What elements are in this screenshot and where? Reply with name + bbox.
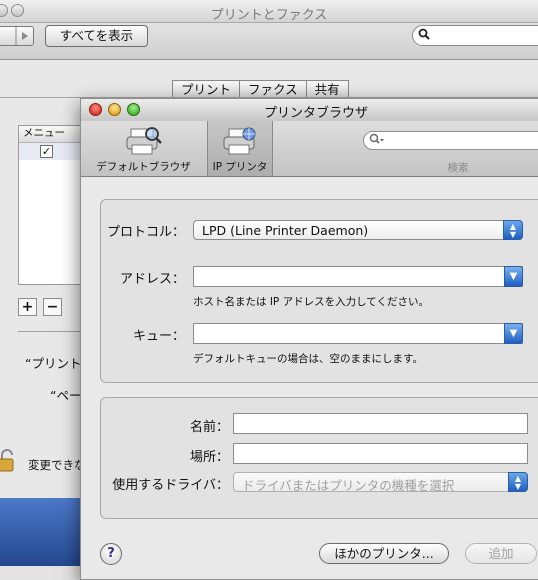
printer-browser-toolbar: デフォルトブラウザ IP プリンタ 検索 [81, 121, 538, 177]
printer-list[interactable]: メニュー ✓ [18, 125, 88, 285]
printer-browser-titlebar: プリンタブラウザ [81, 99, 538, 121]
address-label: アドレス： [119, 272, 185, 287]
back-forward-buttons[interactable] [0, 26, 34, 46]
forward-arrow-icon [15, 27, 28, 45]
tab-fax[interactable]: ファクス [239, 80, 306, 98]
desktop-background [0, 498, 90, 566]
address-hint: ホスト名または IP アドレスを入力してください。 [193, 296, 429, 308]
name-label: 名前： [189, 420, 229, 435]
tab-sharing[interactable]: 共有 [305, 80, 349, 98]
default-printer-label: “プリント [25, 356, 82, 371]
chevron-down-icon[interactable]: ▼ [504, 323, 523, 344]
queue-combo[interactable]: ▼ [193, 323, 523, 344]
queue-hint: デフォルトキューの場合は、空のままにします。 [193, 353, 423, 365]
search-icon [369, 133, 385, 150]
connection-group: プロトコル： LPD (Line Printer Daemon) ▲ ▼ アドレス… [100, 199, 538, 383]
add-button[interactable]: 追加 [465, 543, 537, 564]
help-button[interactable]: ? [100, 543, 122, 565]
ip-printer-label: IP プリンタ [212, 161, 268, 173]
lock-text: 変更できな [28, 458, 86, 472]
address-combo[interactable]: ▼ [193, 266, 523, 287]
search-field[interactable] [363, 131, 538, 150]
driver-label: 使用するドライバ： [112, 478, 229, 493]
printer-browser-window: プリンタブラウザ デフォルトブラウザ IP プリンタ 検索 プロトコル： LPD… [80, 98, 538, 580]
queue-label: キュー： [132, 329, 185, 344]
background-window-title: プリントとファクス [210, 8, 328, 23]
toolbar-ip-printer[interactable]: IP プリンタ [207, 121, 273, 176]
location-field[interactable] [233, 443, 528, 464]
default-browser-label: デフォルトブラウザ [96, 161, 191, 173]
chevron-down-icon[interactable]: ▼ [504, 266, 523, 287]
location-label: 場所： [189, 450, 229, 465]
ip-printer-icon [223, 127, 256, 155]
add-printer-plus-button[interactable]: + [18, 298, 37, 316]
show-all-button[interactable]: すべてを表示 [45, 25, 148, 47]
protocol-popup[interactable]: LPD (Line Printer Daemon) ▲ ▼ [193, 220, 523, 240]
search-icon [418, 28, 430, 43]
tab-print[interactable]: プリント [172, 80, 240, 98]
default-printer-browser-icon [126, 127, 162, 155]
updown-arrows-icon: ▲ ▼ [503, 220, 523, 240]
printer-info-group: 名前： 場所： 使用するドライバ： ドライバまたはプリンタの機種を選択 ▲ ▼ [100, 397, 538, 519]
page-setup-label: “ペー [50, 388, 82, 403]
lock-icon[interactable] [0, 448, 16, 472]
protocol-value: LPD (Line Printer Daemon) [202, 223, 369, 238]
search-label: 検索 [447, 162, 469, 174]
remove-printer-minus-button[interactable]: − [43, 298, 62, 316]
menu-checkbox[interactable]: ✓ [40, 145, 53, 158]
window-title: プリンタブラウザ [263, 106, 368, 121]
updown-arrows-icon: ▲ ▼ [508, 472, 528, 492]
toolbar-default-browser[interactable]: デフォルトブラウザ [81, 121, 206, 176]
name-field[interactable] [233, 413, 528, 434]
protocol-label: プロトコル： [106, 225, 185, 240]
background-separator [18, 331, 88, 332]
driver-value: ドライバまたはプリンタの機種を選択 [242, 478, 455, 493]
background-tabs: プリント ファクス 共有 [172, 80, 349, 98]
bg-search-field[interactable] [412, 25, 538, 46]
background-titlebar: プリントとファクス [0, 0, 538, 23]
printer-list-row[interactable] [19, 143, 87, 160]
printer-list-header: メニュー [19, 126, 87, 143]
driver-popup[interactable]: ドライバまたはプリンタの機種を選択 ▲ ▼ [233, 472, 528, 493]
other-printers-button[interactable]: ほかのプリンタ... [319, 543, 449, 564]
